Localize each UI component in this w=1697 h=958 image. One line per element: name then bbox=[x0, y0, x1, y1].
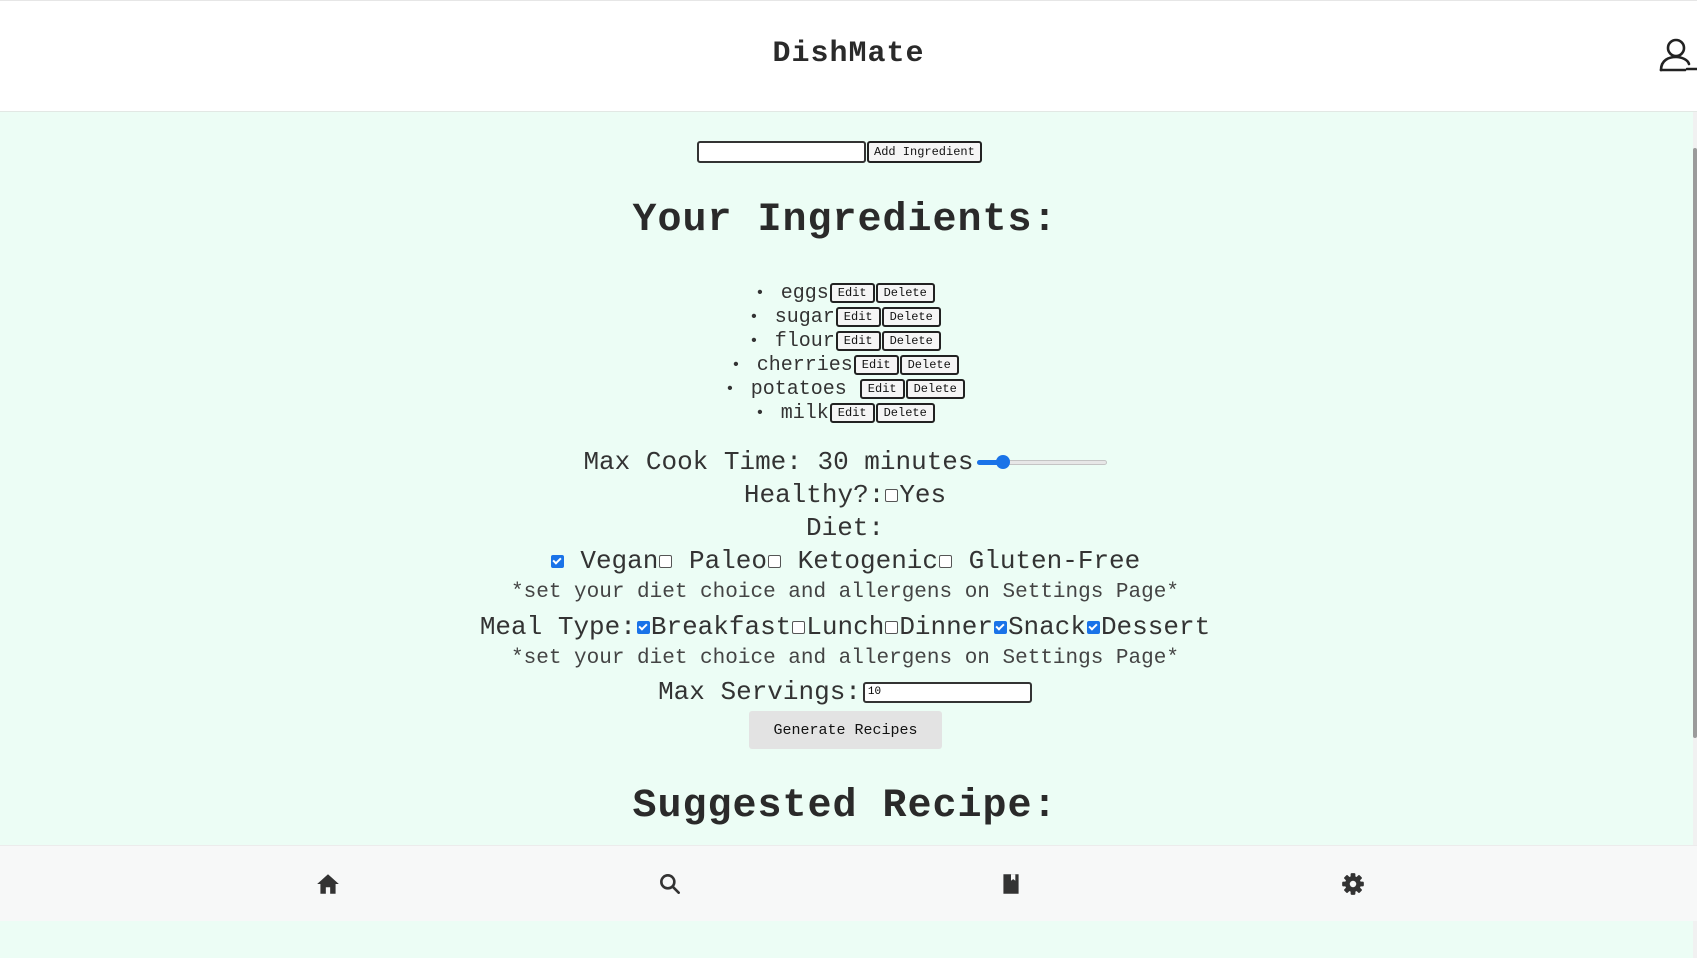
diet-gluten-free-checkbox[interactable] bbox=[939, 554, 953, 568]
diet-paleo-checkbox[interactable] bbox=[659, 554, 673, 568]
list-item: • milk Edit Delete bbox=[0, 401, 1690, 425]
list-item: • cherries Edit Delete bbox=[0, 353, 1690, 377]
meal-type-label: Meal Type: bbox=[479, 612, 636, 642]
edit-button[interactable]: Edit bbox=[835, 331, 881, 351]
servings-row: Max Servings: bbox=[0, 677, 1690, 707]
user-icon[interactable] bbox=[1658, 37, 1697, 73]
diet-paleo-label: Paleo bbox=[673, 546, 767, 576]
healthy-row: Healthy?: Yes bbox=[0, 480, 1690, 510]
meal-breakfast-label: Breakfast bbox=[650, 612, 792, 642]
meal-lunch-label: Lunch bbox=[806, 612, 885, 642]
meal-dessert-checkbox[interactable] bbox=[1086, 620, 1100, 634]
servings-label: Max Servings: bbox=[658, 677, 861, 707]
list-item: • potatoes Edit Delete bbox=[0, 377, 1690, 401]
ingredient-name: eggs bbox=[780, 281, 829, 305]
meal-type-row: Meal Type: Breakfast Lunch Dinner Snack … bbox=[0, 612, 1690, 642]
ingredient-name: flour bbox=[774, 329, 835, 353]
ingredient-name: potatoes bbox=[750, 377, 859, 401]
home-icon[interactable] bbox=[315, 871, 341, 897]
diet-options-row: Vegan Paleo Ketogenic Gluten-Free bbox=[0, 546, 1690, 576]
ingredient-list: • eggs Edit Delete • sugar Edit Delete •… bbox=[0, 281, 1690, 425]
book-icon[interactable] bbox=[998, 871, 1024, 897]
delete-button[interactable]: Delete bbox=[899, 355, 959, 375]
list-item: • sugar Edit Delete bbox=[0, 305, 1690, 329]
meal-breakfast-checkbox[interactable] bbox=[636, 620, 650, 634]
bullet-icon: • bbox=[749, 308, 759, 326]
add-ingredient-row: Add Ingredient bbox=[697, 141, 982, 163]
slider-thumb[interactable] bbox=[995, 455, 1010, 469]
meal-dinner-label: Dinner bbox=[899, 612, 993, 642]
bottom-nav bbox=[0, 845, 1697, 921]
diet-ketogenic-checkbox[interactable] bbox=[767, 554, 781, 568]
meal-dinner-checkbox[interactable] bbox=[885, 620, 899, 634]
top-bar: DishMate bbox=[0, 0, 1697, 112]
diet-note: *set your diet choice and allergens on S… bbox=[511, 581, 1179, 604]
diet-ketogenic-label: Ketogenic bbox=[781, 546, 939, 576]
generate-recipes-button[interactable]: Generate Recipes bbox=[749, 711, 942, 749]
scrollbar-thumb[interactable] bbox=[1693, 148, 1697, 738]
bullet-icon: • bbox=[755, 404, 765, 422]
delete-button[interactable]: Delete bbox=[905, 379, 965, 399]
bullet-icon: • bbox=[755, 284, 765, 302]
healthy-checkbox[interactable] bbox=[885, 488, 899, 502]
cook-time-slider[interactable] bbox=[976, 455, 1107, 469]
meal-snack-label: Snack bbox=[1007, 612, 1086, 642]
delete-button[interactable]: Delete bbox=[881, 331, 941, 351]
search-icon[interactable] bbox=[657, 871, 683, 897]
ingredient-name: milk bbox=[780, 401, 829, 425]
edit-button[interactable]: Edit bbox=[829, 283, 875, 303]
meal-note: *set your diet choice and allergens on S… bbox=[511, 647, 1179, 670]
list-item: • flour Edit Delete bbox=[0, 329, 1690, 353]
ingredient-name: sugar bbox=[774, 305, 835, 329]
diet-label: Diet: bbox=[805, 513, 884, 543]
meal-lunch-checkbox[interactable] bbox=[792, 620, 806, 634]
diet-gluten-free-label: Gluten-Free bbox=[953, 546, 1141, 576]
delete-button[interactable]: Delete bbox=[881, 307, 941, 327]
meal-snack-checkbox[interactable] bbox=[993, 620, 1007, 634]
ingredient-name: cherries bbox=[756, 353, 853, 377]
ingredients-heading: Your Ingredients: bbox=[632, 198, 1058, 243]
bullet-icon: • bbox=[749, 332, 759, 350]
diet-title-row: Diet: bbox=[0, 513, 1690, 543]
bullet-icon: • bbox=[731, 356, 741, 374]
edit-button[interactable]: Edit bbox=[835, 307, 881, 327]
servings-input[interactable] bbox=[862, 681, 1032, 703]
gear-icon[interactable] bbox=[1340, 871, 1366, 897]
edit-button[interactable]: Edit bbox=[829, 403, 875, 423]
ingredient-input[interactable] bbox=[697, 141, 866, 163]
cook-time-row: Max Cook Time: 30 minutes bbox=[0, 447, 1690, 477]
healthy-option-label: Yes bbox=[899, 480, 947, 510]
meal-dessert-label: Dessert bbox=[1100, 612, 1211, 642]
bullet-icon: • bbox=[725, 380, 735, 398]
delete-button[interactable]: Delete bbox=[875, 403, 935, 423]
delete-button[interactable]: Delete bbox=[875, 283, 935, 303]
healthy-label: Healthy?: bbox=[743, 480, 885, 510]
add-ingredient-button[interactable]: Add Ingredient bbox=[867, 141, 982, 163]
edit-button[interactable]: Edit bbox=[859, 379, 905, 399]
list-item: • eggs Edit Delete bbox=[0, 281, 1690, 305]
edit-button[interactable]: Edit bbox=[853, 355, 899, 375]
cook-time-label: Max Cook Time: 30 minutes bbox=[583, 447, 974, 477]
suggested-recipe-heading: Suggested Recipe: bbox=[632, 784, 1058, 829]
diet-vegan-checkbox[interactable] bbox=[550, 554, 564, 568]
diet-vegan-label: Vegan bbox=[564, 546, 659, 576]
app-title: DishMate bbox=[772, 37, 925, 71]
